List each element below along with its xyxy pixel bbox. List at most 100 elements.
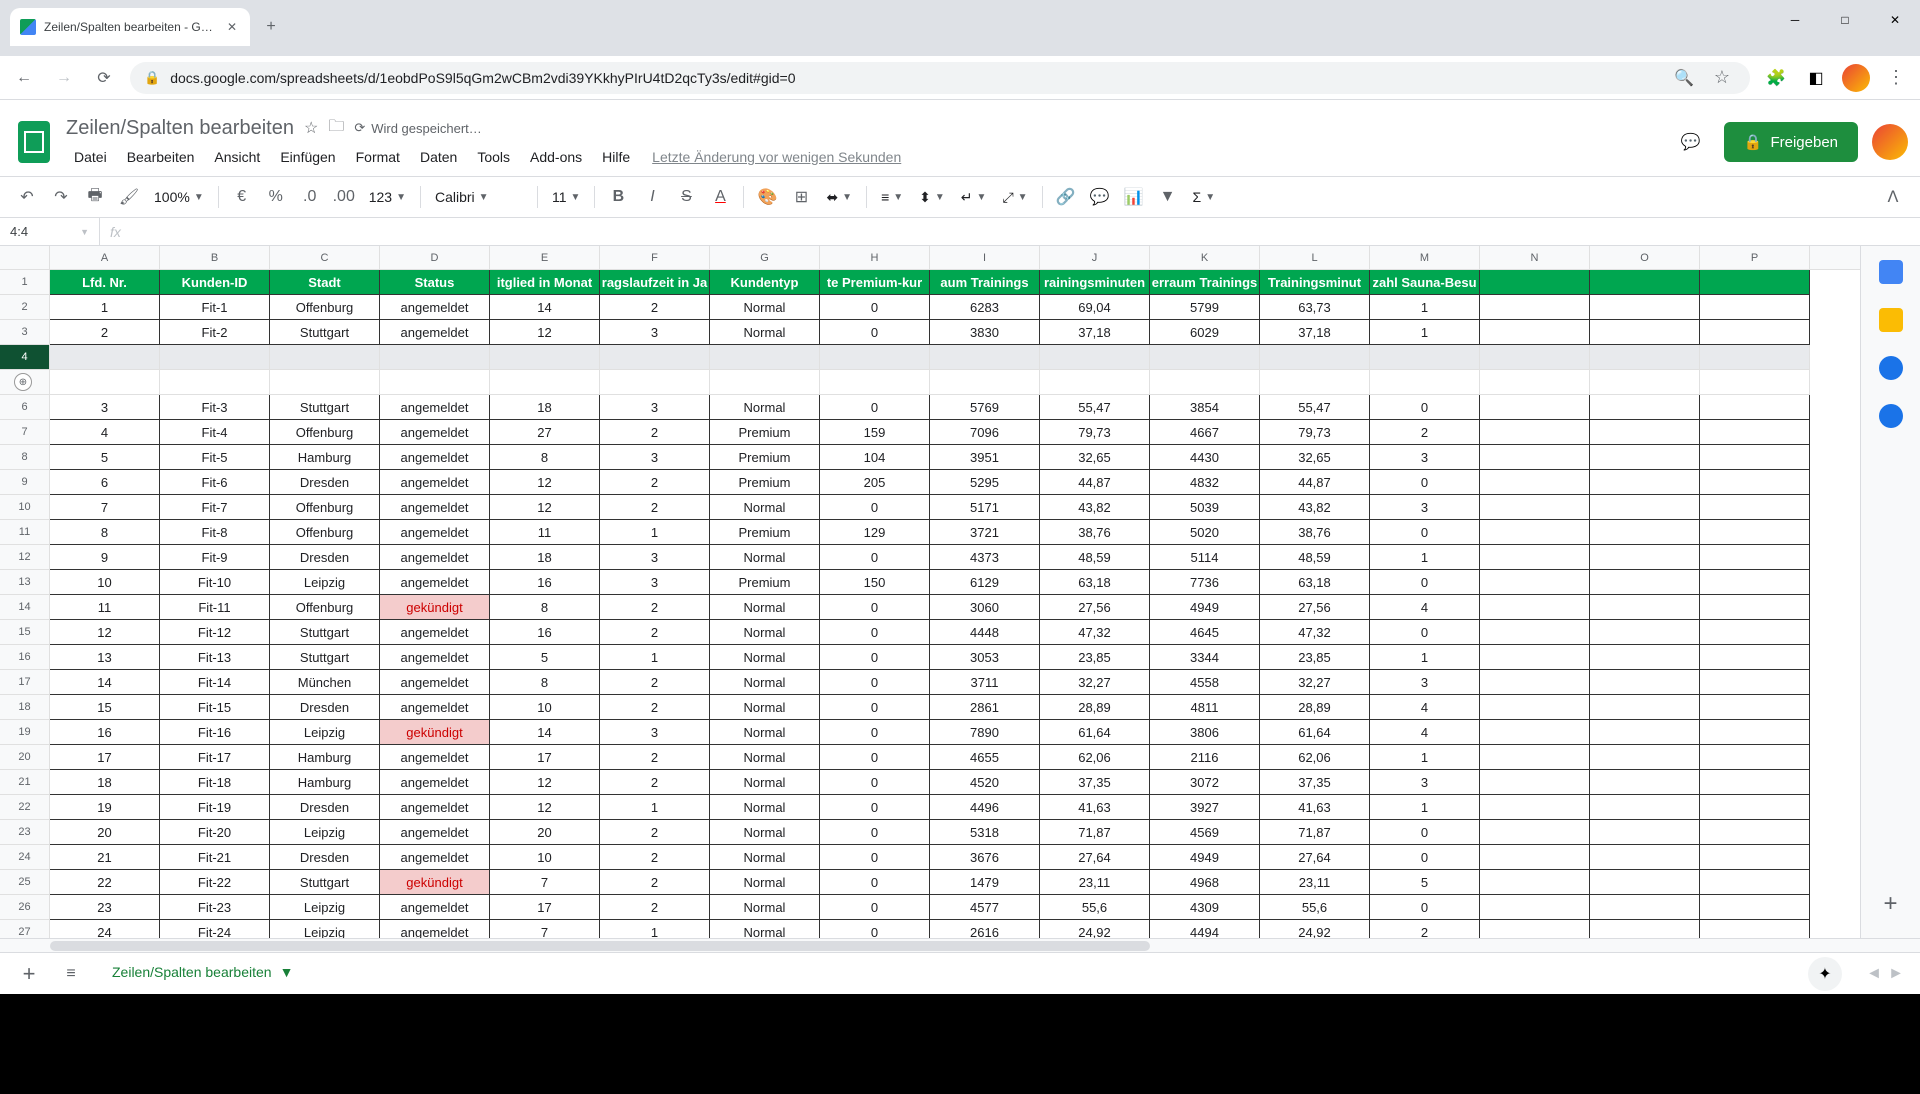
cell[interactable]: 2 bbox=[600, 695, 710, 720]
cell[interactable]: Dresden bbox=[270, 795, 380, 820]
cell[interactable]: 61,64 bbox=[1260, 720, 1370, 745]
cell[interactable]: Stuttgart bbox=[270, 320, 380, 345]
cell[interactable] bbox=[1700, 745, 1810, 770]
row-header[interactable]: 7 bbox=[0, 420, 50, 445]
cell[interactable] bbox=[1700, 695, 1810, 720]
cell[interactable]: 32,65 bbox=[1260, 445, 1370, 470]
cell[interactable]: 3344 bbox=[1150, 645, 1260, 670]
formula-input[interactable] bbox=[131, 218, 1920, 245]
cell[interactable] bbox=[50, 345, 160, 370]
column-header[interactable]: P bbox=[1700, 246, 1810, 269]
column-header[interactable]: K bbox=[1150, 246, 1260, 269]
cell[interactable]: angemeldet bbox=[380, 395, 490, 420]
add-sheet-button[interactable]: + bbox=[14, 959, 44, 989]
collapse-toolbar-icon[interactable]: ᐱ bbox=[1878, 182, 1908, 212]
cell[interactable]: Normal bbox=[710, 720, 820, 745]
cell[interactable]: 4811 bbox=[1150, 695, 1260, 720]
cell[interactable]: 18 bbox=[50, 770, 160, 795]
cell[interactable]: Stuttgart bbox=[270, 395, 380, 420]
cell[interactable] bbox=[930, 345, 1040, 370]
cell[interactable]: Fit-15 bbox=[160, 695, 270, 720]
functions-button[interactable]: Σ▼ bbox=[1187, 189, 1222, 205]
move-document-icon[interactable]: 🗀 bbox=[328, 115, 344, 142]
row-header[interactable]: 17 bbox=[0, 670, 50, 695]
cell[interactable]: Normal bbox=[710, 795, 820, 820]
header-cell[interactable]: Kundentyp bbox=[710, 270, 820, 295]
address-bar[interactable]: 🔒 docs.google.com/spreadsheets/d/1eobdPo… bbox=[130, 62, 1750, 94]
cell[interactable]: Fit-16 bbox=[160, 720, 270, 745]
cell[interactable]: 12 bbox=[490, 470, 600, 495]
cell[interactable]: 27,56 bbox=[1040, 595, 1150, 620]
cell[interactable]: 0 bbox=[820, 620, 930, 645]
cell[interactable]: 205 bbox=[820, 470, 930, 495]
cell[interactable]: 21 bbox=[50, 845, 160, 870]
menu-bearbeiten[interactable]: Bearbeiten bbox=[119, 145, 203, 169]
column-header[interactable]: F bbox=[600, 246, 710, 269]
cell[interactable]: Offenburg bbox=[270, 495, 380, 520]
cell[interactable]: Offenburg bbox=[270, 520, 380, 545]
row-drag-handle[interactable]: ⊕ bbox=[14, 373, 32, 391]
select-all-corner[interactable] bbox=[0, 246, 50, 269]
cell[interactable]: 1 bbox=[1370, 795, 1480, 820]
cell[interactable]: Normal bbox=[710, 820, 820, 845]
cell[interactable]: 17 bbox=[490, 895, 600, 920]
cell[interactable] bbox=[1590, 445, 1700, 470]
menu-tools[interactable]: Tools bbox=[469, 145, 518, 169]
row-header[interactable]: 11 bbox=[0, 520, 50, 545]
cell[interactable]: 8 bbox=[50, 520, 160, 545]
cell[interactable] bbox=[820, 345, 930, 370]
cell[interactable]: Fit-2 bbox=[160, 320, 270, 345]
cell[interactable]: 0 bbox=[820, 670, 930, 695]
link-button[interactable]: 🔗 bbox=[1051, 182, 1081, 212]
filter-button[interactable]: ▼ bbox=[1153, 182, 1183, 212]
column-header[interactable]: G bbox=[710, 246, 820, 269]
cell[interactable]: 4645 bbox=[1150, 620, 1260, 645]
cell[interactable]: 0 bbox=[820, 820, 930, 845]
column-header[interactable]: B bbox=[160, 246, 270, 269]
undo-button[interactable]: ↶ bbox=[12, 182, 42, 212]
cell[interactable]: angemeldet bbox=[380, 895, 490, 920]
cell[interactable]: 24 bbox=[50, 920, 160, 938]
cell[interactable]: 63,18 bbox=[1040, 570, 1150, 595]
cell[interactable]: Fit-21 bbox=[160, 845, 270, 870]
cell[interactable]: 14 bbox=[490, 295, 600, 320]
cell[interactable] bbox=[1480, 745, 1590, 770]
cell[interactable] bbox=[1480, 570, 1590, 595]
cell[interactable]: Normal bbox=[710, 320, 820, 345]
cell[interactable]: Stuttgart bbox=[270, 870, 380, 895]
cell[interactable]: 2 bbox=[1370, 920, 1480, 938]
cell[interactable]: 12 bbox=[490, 320, 600, 345]
row-header[interactable]: 24 bbox=[0, 845, 50, 870]
cell[interactable]: Normal bbox=[710, 695, 820, 720]
cell[interactable] bbox=[1700, 370, 1810, 395]
tasks-icon[interactable] bbox=[1879, 356, 1903, 380]
cell[interactable]: Fit-14 bbox=[160, 670, 270, 695]
cell[interactable]: 71,87 bbox=[1040, 820, 1150, 845]
cell[interactable]: 1 bbox=[600, 795, 710, 820]
cell[interactable]: Fit-5 bbox=[160, 445, 270, 470]
row-header[interactable]: 27 bbox=[0, 920, 50, 938]
cell[interactable] bbox=[380, 370, 490, 395]
document-title[interactable]: Zeilen/Spalten bearbeiten bbox=[66, 117, 294, 140]
cell[interactable] bbox=[1700, 820, 1810, 845]
cell[interactable] bbox=[1590, 645, 1700, 670]
cell[interactable]: 5171 bbox=[930, 495, 1040, 520]
zoom-select[interactable]: 100%▼ bbox=[148, 189, 210, 205]
row-header[interactable]: 25 bbox=[0, 870, 50, 895]
cell[interactable] bbox=[270, 370, 380, 395]
cell[interactable]: 1 bbox=[50, 295, 160, 320]
cell[interactable]: 5318 bbox=[930, 820, 1040, 845]
cell[interactable]: 63,18 bbox=[1260, 570, 1370, 595]
cell[interactable]: 5114 bbox=[1150, 545, 1260, 570]
cell[interactable]: 5769 bbox=[930, 395, 1040, 420]
cell[interactable]: Dresden bbox=[270, 470, 380, 495]
close-tab-icon[interactable]: ✕ bbox=[224, 19, 240, 35]
cell[interactable]: Normal bbox=[710, 870, 820, 895]
cell[interactable] bbox=[270, 345, 380, 370]
cell[interactable]: Normal bbox=[710, 495, 820, 520]
cell[interactable] bbox=[1480, 620, 1590, 645]
cell[interactable]: 4949 bbox=[1150, 845, 1260, 870]
row-header[interactable]: 5⊕ bbox=[0, 370, 50, 395]
column-header[interactable]: E bbox=[490, 246, 600, 269]
cell[interactable] bbox=[1590, 370, 1700, 395]
